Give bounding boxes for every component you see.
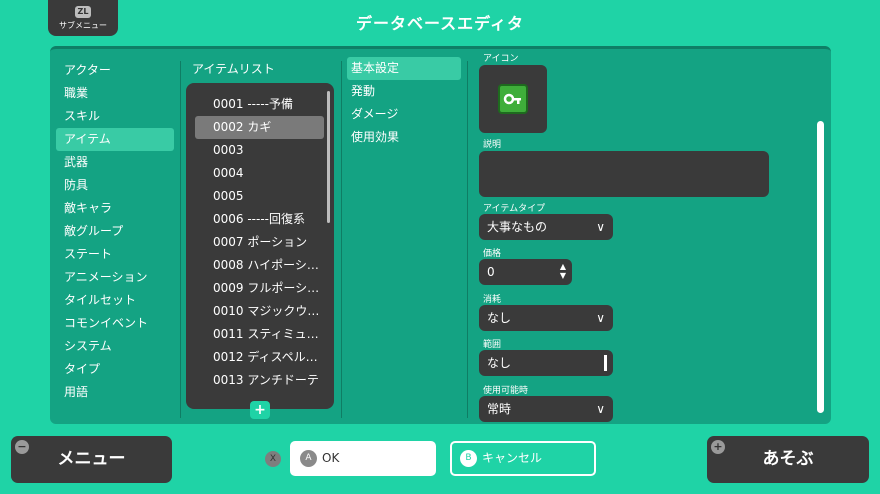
category-classes[interactable]: 職業 (56, 82, 174, 105)
list-item[interactable]: 0001 -----予備 (186, 93, 334, 116)
cursor-bar-icon (604, 355, 607, 371)
divider (180, 61, 181, 418)
category-enemies[interactable]: 敵キャラ (56, 197, 174, 220)
menu-button[interactable]: − メニュー (11, 436, 172, 483)
category-animations[interactable]: アニメーション (56, 266, 174, 289)
cancel-button[interactable]: B キャンセル (450, 441, 596, 476)
consume-select[interactable]: なし ∨ (479, 305, 613, 331)
list-item[interactable]: 0008 ハイポーシ… (186, 254, 334, 277)
tab-damage[interactable]: ダメージ (347, 103, 461, 126)
item-type-select[interactable]: 大事なもの ∨ (479, 214, 613, 240)
description-field[interactable] (479, 151, 769, 197)
list-item[interactable]: 0004 (186, 162, 334, 185)
occasion-label: 使用可能時 (483, 386, 529, 396)
divider (341, 61, 342, 418)
stepper-arrows-icon[interactable]: ▲ ▼ (560, 262, 566, 280)
list-item[interactable]: 0010 マジックウ… (186, 300, 334, 323)
item-list-header: アイテムリスト (192, 62, 275, 76)
category-system[interactable]: システム (56, 335, 174, 358)
list-item-selected[interactable]: 0002 カギ (195, 116, 324, 139)
list-item[interactable]: 0007 ポーション (186, 231, 334, 254)
description-label: 説明 (483, 140, 502, 150)
page-title: データベースエディタ (355, 14, 525, 33)
category-weapons[interactable]: 武器 (56, 151, 174, 174)
consume-value: なし (487, 311, 512, 325)
list-item[interactable]: 0009 フルポーシ… (186, 277, 334, 300)
list-item[interactable]: 0006 -----回復系 (186, 208, 334, 231)
item-type-value: 大事なもの (487, 220, 548, 234)
category-armors[interactable]: 防具 (56, 174, 174, 197)
tab-basic-settings[interactable]: 基本設定 (347, 57, 461, 80)
item-list-scrollbar[interactable] (327, 91, 330, 223)
item-list[interactable]: 0001 -----予備 0002 カギ 0003 0004 0005 0006… (186, 83, 334, 409)
icon-label: アイコン (483, 54, 519, 64)
category-actors[interactable]: アクター (56, 59, 174, 82)
x-button-icon: X (265, 451, 281, 467)
minus-button-icon: − (15, 440, 29, 454)
scope-select[interactable]: なし (479, 350, 613, 376)
category-tilesets[interactable]: タイルセット (56, 289, 174, 312)
chevron-down-icon: ∨ (596, 402, 605, 416)
consume-label: 消耗 (483, 295, 502, 305)
tab-invocation[interactable]: 発動 (347, 80, 461, 103)
scope-label: 範囲 (483, 340, 502, 350)
list-item[interactable]: 0005 (186, 185, 334, 208)
category-list: アクター 職業 スキル アイテム 武器 防具 敵キャラ 敵グループ ステート ア… (56, 59, 174, 404)
category-common-events[interactable]: コモンイベント (56, 312, 174, 335)
key-icon (498, 84, 528, 114)
category-items[interactable]: アイテム (56, 128, 174, 151)
category-states[interactable]: ステート (56, 243, 174, 266)
price-label: 価格 (483, 249, 502, 259)
b-button-icon: B (460, 450, 477, 467)
menu-label: メニュー (57, 449, 126, 469)
chevron-down-icon: ∨ (596, 220, 605, 234)
item-type-label: アイテムタイプ (483, 204, 546, 214)
occasion-value: 常時 (487, 402, 512, 416)
category-types[interactable]: タイプ (56, 358, 174, 381)
category-troops[interactable]: 敵グループ (56, 220, 174, 243)
category-terms[interactable]: 用語 (56, 381, 174, 404)
list-item[interactable]: 0003 (186, 139, 334, 162)
divider (467, 61, 468, 418)
tab-effects[interactable]: 使用効果 (347, 126, 461, 149)
play-label: あそぶ (762, 449, 814, 469)
list-item[interactable]: 0013 アンチドーテ (186, 369, 334, 392)
editor-panel: アクター 職業 スキル アイテム 武器 防具 敵キャラ 敵グループ ステート ア… (50, 46, 831, 424)
list-item[interactable]: 0011 スティミュ… (186, 323, 334, 346)
plus-button-icon: + (711, 440, 725, 454)
cancel-label: キャンセル (482, 451, 543, 465)
form-scrollbar[interactable] (817, 121, 824, 413)
tab-list: 基本設定 発動 ダメージ 使用効果 (347, 57, 461, 149)
play-button[interactable]: + あそぶ (707, 436, 869, 483)
list-item[interactable]: 0012 ディスペル… (186, 346, 334, 369)
occasion-select[interactable]: 常時 ∨ (479, 396, 613, 422)
add-item-button[interactable]: + (250, 401, 270, 419)
category-skills[interactable]: スキル (56, 105, 174, 128)
price-stepper[interactable]: 0 ▲ ▼ (479, 259, 572, 285)
chevron-down-icon: ∨ (596, 311, 605, 325)
ok-button[interactable]: A OK (290, 441, 436, 476)
scope-value: なし (487, 356, 512, 370)
a-button-icon: A (300, 450, 317, 467)
price-value: 0 (487, 265, 495, 279)
icon-picker[interactable] (479, 65, 547, 133)
ok-label: OK (322, 451, 340, 465)
